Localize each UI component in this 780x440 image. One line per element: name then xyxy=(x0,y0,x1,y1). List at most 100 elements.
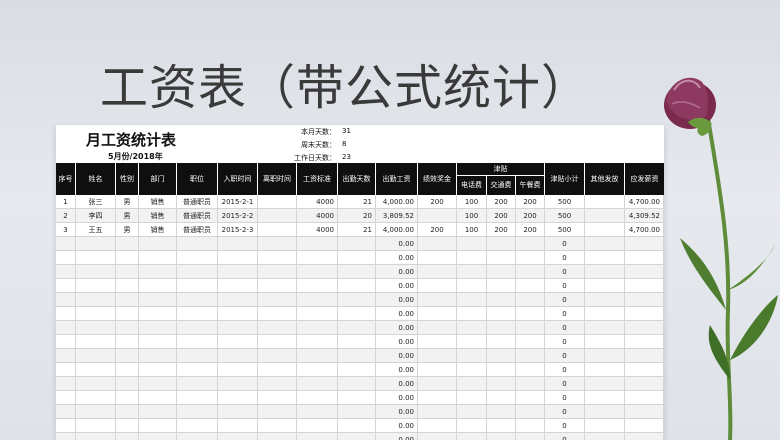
cell-lunch[interactable] xyxy=(516,307,545,321)
cell-dept[interactable] xyxy=(139,363,177,377)
cell-hire[interactable] xyxy=(218,321,258,335)
cell-leave[interactable] xyxy=(258,349,297,363)
header-lunch[interactable]: 午餐费 xyxy=(516,176,545,195)
cell-transport[interactable] xyxy=(487,265,516,279)
cell-days[interactable] xyxy=(338,405,376,419)
header-allowance-group[interactable]: 津贴 xyxy=(457,163,545,176)
cell-days[interactable] xyxy=(338,433,376,440)
cell-dept[interactable]: 销售 xyxy=(139,195,177,209)
cell-hire[interactable] xyxy=(218,335,258,349)
cell-dept[interactable] xyxy=(139,321,177,335)
cell-days[interactable] xyxy=(338,377,376,391)
header-attend-pay[interactable]: 出勤工资 xyxy=(376,163,418,195)
cell-leave[interactable] xyxy=(258,321,297,335)
cell-dept[interactable] xyxy=(139,279,177,293)
cell-allow[interactable]: 0 xyxy=(545,279,585,293)
cell-allow[interactable]: 0 xyxy=(545,307,585,321)
cell-days[interactable] xyxy=(338,335,376,349)
cell-gender[interactable]: 男 xyxy=(116,209,139,223)
cell-name[interactable] xyxy=(76,265,116,279)
cell-other[interactable] xyxy=(585,195,625,209)
header-attend-days[interactable]: 出勤天数 xyxy=(338,163,376,195)
cell-std[interactable] xyxy=(297,377,338,391)
cell-other[interactable] xyxy=(585,265,625,279)
cell-seq[interactable]: 3 xyxy=(56,223,76,237)
cell-seq[interactable] xyxy=(56,279,76,293)
cell-phone[interactable] xyxy=(457,363,487,377)
cell-name[interactable] xyxy=(76,237,116,251)
cell-days[interactable]: 21 xyxy=(338,223,376,237)
cell-gender[interactable] xyxy=(116,251,139,265)
cell-std[interactable]: 4000 xyxy=(297,223,338,237)
cell-days[interactable]: 20 xyxy=(338,209,376,223)
cell-seq[interactable] xyxy=(56,237,76,251)
cell-std[interactable] xyxy=(297,363,338,377)
cell-pay[interactable]: 0.00 xyxy=(376,405,418,419)
cell-pay[interactable]: 0.00 xyxy=(376,279,418,293)
cell-hire[interactable] xyxy=(218,433,258,440)
cell-leave[interactable] xyxy=(258,307,297,321)
cell-gender[interactable] xyxy=(116,265,139,279)
cell-gender[interactable] xyxy=(116,391,139,405)
cell-std[interactable] xyxy=(297,433,338,440)
cell-name[interactable] xyxy=(76,377,116,391)
cell-phone[interactable] xyxy=(457,321,487,335)
cell-other[interactable] xyxy=(585,307,625,321)
cell-bonus[interactable]: 200 xyxy=(418,195,457,209)
cell-hire[interactable] xyxy=(218,237,258,251)
cell-dept[interactable] xyxy=(139,265,177,279)
cell-other[interactable] xyxy=(585,335,625,349)
cell-std[interactable] xyxy=(297,265,338,279)
cell-lunch[interactable] xyxy=(516,321,545,335)
cell-std[interactable] xyxy=(297,349,338,363)
cell-lunch[interactable] xyxy=(516,363,545,377)
cell-bonus[interactable] xyxy=(418,293,457,307)
cell-bonus[interactable] xyxy=(418,335,457,349)
cell-leave[interactable] xyxy=(258,419,297,433)
cell-leave[interactable] xyxy=(258,377,297,391)
cell-hire[interactable] xyxy=(218,251,258,265)
cell-bonus[interactable] xyxy=(418,251,457,265)
cell-bonus[interactable] xyxy=(418,391,457,405)
cell-position[interactable] xyxy=(177,251,218,265)
cell-hire[interactable] xyxy=(218,363,258,377)
cell-bonus[interactable] xyxy=(418,321,457,335)
cell-std[interactable] xyxy=(297,279,338,293)
cell-allow[interactable]: 0 xyxy=(545,433,585,440)
cell-position[interactable] xyxy=(177,279,218,293)
cell-leave[interactable] xyxy=(258,405,297,419)
cell-transport[interactable]: 200 xyxy=(487,209,516,223)
cell-other[interactable] xyxy=(585,279,625,293)
cell-dept[interactable] xyxy=(139,335,177,349)
cell-hire[interactable] xyxy=(218,405,258,419)
header-allowance-total[interactable]: 津贴小计 xyxy=(545,163,585,195)
cell-days[interactable] xyxy=(338,265,376,279)
cell-phone[interactable] xyxy=(457,391,487,405)
cell-seq[interactable] xyxy=(56,335,76,349)
cell-transport[interactable]: 200 xyxy=(487,195,516,209)
cell-hire[interactable] xyxy=(218,377,258,391)
cell-name[interactable] xyxy=(76,307,116,321)
cell-hire[interactable] xyxy=(218,293,258,307)
cell-allow[interactable]: 0 xyxy=(545,391,585,405)
cell-position[interactable]: 普通职员 xyxy=(177,223,218,237)
header-other[interactable]: 其他发放 xyxy=(585,163,625,195)
cell-pay[interactable]: 0.00 xyxy=(376,391,418,405)
cell-transport[interactable] xyxy=(487,251,516,265)
cell-lunch[interactable] xyxy=(516,237,545,251)
cell-pay[interactable]: 0.00 xyxy=(376,349,418,363)
cell-position[interactable] xyxy=(177,335,218,349)
cell-phone[interactable] xyxy=(457,307,487,321)
cell-dept[interactable] xyxy=(139,433,177,440)
cell-seq[interactable] xyxy=(56,391,76,405)
cell-leave[interactable] xyxy=(258,223,297,237)
cell-other[interactable] xyxy=(585,293,625,307)
cell-other[interactable] xyxy=(585,405,625,419)
cell-position[interactable]: 普通职员 xyxy=(177,209,218,223)
cell-std[interactable] xyxy=(297,237,338,251)
cell-pay[interactable]: 0.00 xyxy=(376,237,418,251)
cell-hire[interactable] xyxy=(218,349,258,363)
cell-other[interactable] xyxy=(585,223,625,237)
cell-pay[interactable]: 0.00 xyxy=(376,251,418,265)
cell-lunch[interactable]: 200 xyxy=(516,209,545,223)
